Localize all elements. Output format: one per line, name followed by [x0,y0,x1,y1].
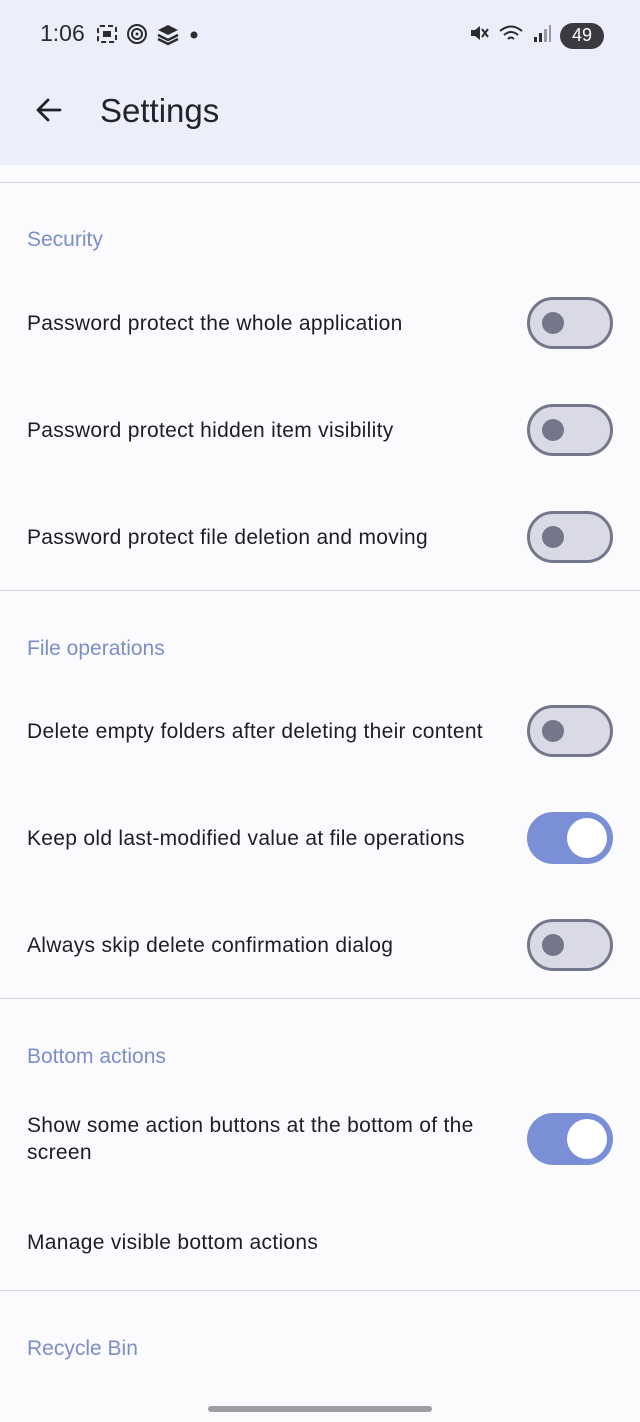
notification-dot-icon [187,22,201,51]
back-button[interactable] [26,90,70,134]
divider [0,590,640,591]
setting-manage-bottom-actions[interactable]: Manage visible bottom actions [0,1212,640,1272]
setting-show-bottom-actions[interactable]: Show some action buttons at the bottom o… [0,1104,640,1174]
setting-password-whole-app[interactable]: Password protect the whole application [0,290,640,356]
toggle-switch[interactable] [527,705,613,757]
app-bar: 1:06 49 Settings [0,0,640,165]
section-header-file-operations: File operations [27,637,165,660]
back-arrow-icon [33,95,63,130]
setting-label: Show some action buttons at the bottom o… [27,1114,474,1164]
toggle-switch[interactable] [527,1113,613,1165]
status-bar: 1:06 49 [0,0,640,70]
battery-indicator: 49 [560,22,604,49]
spiral-icon [125,22,149,51]
divider [0,1290,640,1291]
screenshot-icon [95,22,119,51]
mute-icon [468,22,490,49]
section-header-bottom-actions: Bottom actions [27,1045,166,1068]
setting-label: Keep old last-modified value at file ope… [27,826,465,850]
toggle-switch[interactable] [527,919,613,971]
signal-icon [532,22,552,49]
divider [0,998,640,999]
page-title: Settings [100,92,220,129]
toggle-switch[interactable] [527,812,613,864]
toggle-switch[interactable] [527,297,613,349]
setting-label: Password protect file deletion and movin… [27,525,429,549]
section-header-security: Security [27,228,103,251]
setting-label: Delete empty folders after deleting thei… [27,719,483,743]
divider [0,182,640,183]
setting-password-hidden-items[interactable]: Password protect hidden item visibility [0,397,640,463]
wifi-icon [498,22,524,49]
home-indicator[interactable] [208,1406,432,1412]
toggle-switch[interactable] [527,511,613,563]
section-header-recycle-bin: Recycle Bin [27,1337,138,1360]
toggle-switch[interactable] [527,404,613,456]
setting-skip-delete-confirmation[interactable]: Always skip delete confirmation dialog [0,912,640,978]
stack-icon [155,22,181,51]
setting-label: Password protect hidden item visibility [27,418,394,442]
setting-label: Always skip delete confirmation dialog [27,933,394,957]
setting-label: Manage visible bottom actions [27,1230,319,1254]
status-time: 1:06 [40,20,85,46]
setting-password-deletion[interactable]: Password protect file deletion and movin… [0,504,640,570]
setting-keep-last-modified[interactable]: Keep old last-modified value at file ope… [0,803,640,873]
setting-label: Password protect the whole application [27,311,403,335]
setting-delete-empty-folders[interactable]: Delete empty folders after deleting thei… [0,696,640,766]
